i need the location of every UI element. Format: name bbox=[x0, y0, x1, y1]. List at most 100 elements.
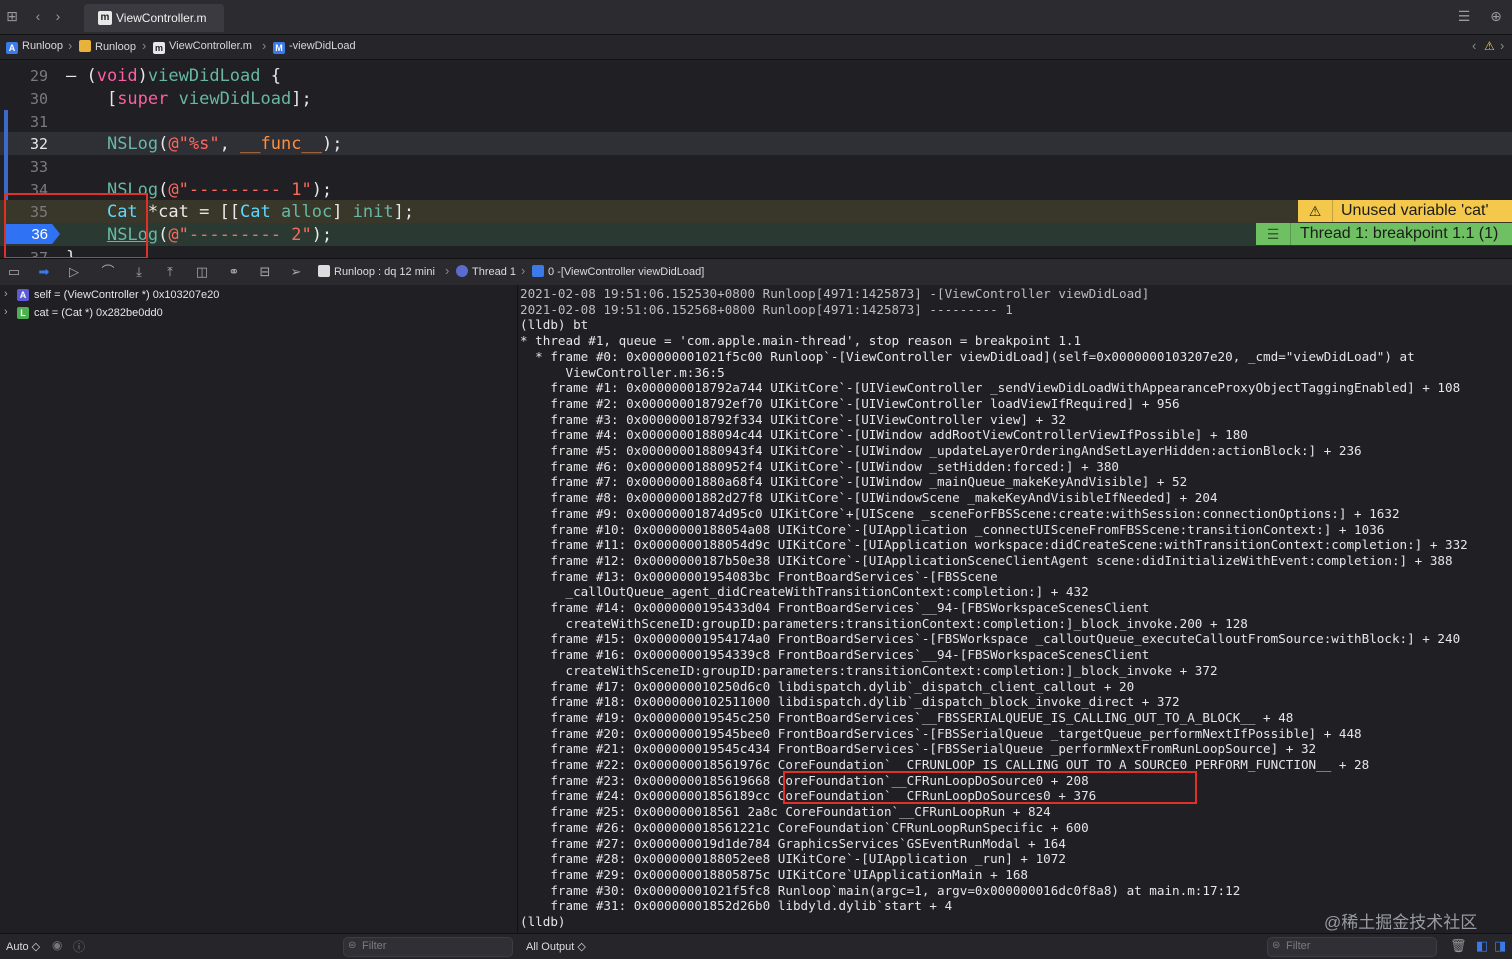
split-left-icon[interactable]: ◧ bbox=[1476, 938, 1488, 954]
disclosure-icon[interactable]: › bbox=[4, 288, 8, 300]
console-line: frame #14: 0x0000000195433d04 FrontBoard… bbox=[520, 600, 1150, 615]
eye-icon[interactable]: ◉ bbox=[52, 938, 62, 952]
forward-icon[interactable]: › bbox=[50, 8, 66, 24]
console-line: * thread #1, queue = 'com.apple.main-thr… bbox=[520, 333, 1082, 349]
user-frame-icon bbox=[532, 265, 544, 277]
line-number: 32 bbox=[29, 135, 48, 153]
environment-icon[interactable]: ⊟ bbox=[257, 264, 273, 280]
location-icon[interactable]: ➢ bbox=[288, 264, 304, 280]
editor-options-icon[interactable]: ☰ bbox=[1456, 8, 1472, 24]
console-line: _callOutQueue_agent_didCreateWithTransit… bbox=[520, 584, 1089, 600]
crumb-project[interactable]: A Runloop bbox=[6, 40, 63, 54]
console-line: frame #6: 0x00000001880952f4 UIKitCore`-… bbox=[520, 458, 1119, 474]
console-line: 2021-02-08 19:51:06.152568+0800 Runloop[… bbox=[520, 301, 1013, 317]
console-line: frame #12: 0x0000000187b50e38 UIKitCore`… bbox=[520, 552, 1453, 568]
warning-icon[interactable]: ⚠ bbox=[1484, 39, 1495, 53]
chevron-right-icon: › bbox=[142, 38, 147, 53]
breakpoints-toggle-icon[interactable]: ➡ bbox=[36, 264, 52, 280]
variables-view[interactable]: › A self = (ViewController *) 0x103207e2… bbox=[0, 285, 518, 933]
code-line[interactable]: 29 – (void)viewDidLoad { bbox=[0, 64, 1512, 87]
step-into-icon[interactable]: ⤓ bbox=[131, 264, 147, 280]
console-line: frame #9: 0x00000001874d95c0 UIKitCore`+… bbox=[520, 505, 1400, 521]
line-number: 33 bbox=[29, 158, 48, 176]
console-output[interactable]: 2021-02-08 19:51:06.152530+0800 Runloop[… bbox=[518, 285, 1512, 933]
code-text: NSLog(@"%s", __func__); bbox=[106, 134, 343, 154]
scheme-crumb[interactable]: Runloop : dq 12 mini bbox=[318, 265, 435, 278]
watermark: @稀土掘金技术社区 bbox=[1324, 913, 1478, 932]
warning-annotation[interactable]: ⚠ Unused variable 'cat' bbox=[1298, 200, 1512, 222]
console-line: createWithSceneID:groupID:parameters:tra… bbox=[520, 615, 1248, 631]
back-icon[interactable]: ‹ bbox=[30, 8, 46, 24]
console-line: frame #25: 0x000000018561 2a8c CoreFound… bbox=[520, 804, 1051, 820]
console-line: frame #28: 0x0000000188052ee8 UIKitCore`… bbox=[520, 851, 1066, 867]
code-line[interactable]: 32 NSLog(@"%s", __func__); bbox=[0, 132, 1512, 155]
console-line: frame #11: 0x0000000188054d9c UIKitCore`… bbox=[520, 537, 1468, 553]
console-line: frame #18: 0x0000000102511000 libdispatc… bbox=[520, 694, 1180, 710]
output-selector[interactable]: All Output ◇ bbox=[526, 940, 586, 953]
chevron-right-icon: › bbox=[262, 38, 267, 53]
code-line[interactable]: 34 NSLog(@"--------- 1"); bbox=[0, 178, 1512, 201]
chevron-left-icon[interactable]: ‹ bbox=[1472, 38, 1476, 53]
crumb-folder[interactable]: Runloop bbox=[79, 40, 136, 53]
console-line: frame #26: 0x000000018561221c CoreFounda… bbox=[520, 819, 1089, 835]
folder-icon bbox=[79, 40, 91, 52]
continue-icon[interactable]: ▷ bbox=[66, 264, 82, 280]
info-icon[interactable]: ⓘ bbox=[73, 938, 85, 955]
thread-crumb[interactable]: Thread 1 bbox=[456, 265, 516, 278]
trash-icon[interactable]: 🗑 bbox=[1450, 938, 1467, 954]
disclosure-icon[interactable]: › bbox=[4, 306, 8, 318]
chevron-right-icon[interactable]: › bbox=[1500, 38, 1504, 53]
code-line[interactable]: 31 bbox=[0, 110, 1512, 133]
grid-icon[interactable]: ⊞ bbox=[4, 8, 20, 24]
console-line: frame #13: 0x00000001954083bc FrontBoard… bbox=[520, 568, 998, 584]
filter-icon: ⊜ bbox=[348, 940, 357, 951]
console-line: frame #19: 0x000000019545c250 FrontBoard… bbox=[520, 709, 1294, 725]
chevron-right-icon: › bbox=[521, 263, 526, 278]
view-hierarchy-icon[interactable]: ◫ bbox=[194, 264, 210, 280]
split-right-icon[interactable]: ◨ bbox=[1494, 938, 1506, 954]
console-line: frame #4: 0x0000000188094c44 UIKitCore`-… bbox=[520, 427, 1248, 443]
breakpoint-annotation[interactable]: ☰ Thread 1: breakpoint 1.1 (1) bbox=[1256, 223, 1512, 245]
hide-debug-area-icon[interactable]: ▭ bbox=[6, 264, 22, 280]
variable-row[interactable]: › A self = (ViewController *) 0x103207e2… bbox=[0, 287, 517, 304]
debug-toolbar: ▭ ➡ ▷ ⌒ ⤓ ⤒ ◫ ⚭ ⊟ ➢ Runloop : dq 12 mini… bbox=[0, 258, 1512, 286]
list-icon: ☰ bbox=[1256, 223, 1291, 245]
code-line[interactable]: 35 Cat *cat = [[Cat alloc] init]; bbox=[0, 200, 1512, 223]
console-filter[interactable]: ⊜ Filter bbox=[1267, 937, 1437, 957]
code-text: [super viewDidLoad]; bbox=[66, 89, 312, 109]
line-number: 30 bbox=[29, 90, 48, 108]
debug-bottom-bar: Auto ◇ ◉ ⓘ ⊜ Filter All Output ◇ ⊜ Filter … bbox=[0, 933, 1512, 959]
console-line: frame #10: 0x0000000188054a08 UIKitCore`… bbox=[520, 521, 1385, 537]
console-line: frame #5: 0x00000001880943f4 UIKitCore`-… bbox=[520, 443, 1362, 458]
auto-selector[interactable]: Auto ◇ bbox=[6, 940, 40, 953]
code-line[interactable]: 37 } bbox=[0, 246, 1512, 258]
crumb-file[interactable]: m ViewController.m bbox=[153, 40, 252, 54]
frame-crumb[interactable]: 0 -[ViewController viewDidLoad] bbox=[532, 265, 704, 278]
console-line: (lldb) bbox=[520, 914, 566, 929]
method-icon: M bbox=[273, 42, 285, 54]
chevron-right-icon: › bbox=[445, 263, 450, 278]
console-line: frame #8: 0x00000001882d27f8 UIKitCore`-… bbox=[520, 490, 1218, 506]
project-icon: A bbox=[6, 42, 18, 54]
variable-row[interactable]: › L cat = (Cat *) 0x282be0dd0 bbox=[0, 305, 517, 322]
app-icon bbox=[318, 265, 330, 277]
step-out-icon[interactable]: ⤒ bbox=[162, 264, 178, 280]
add-editor-icon[interactable]: ⊕ bbox=[1488, 8, 1504, 24]
step-over-icon[interactable]: ⌒ bbox=[100, 264, 116, 280]
console-line: frame #15: 0x00000001954174a0 FrontBoard… bbox=[520, 631, 1461, 647]
memory-graph-icon[interactable]: ⚭ bbox=[226, 264, 242, 280]
tab-viewcontroller-m[interactable]: m ViewController.m bbox=[84, 4, 224, 32]
console-line: frame #7: 0x00000001880a68f4 UIKitCore`-… bbox=[520, 474, 1188, 490]
code-line[interactable]: 30 [super viewDidLoad]; bbox=[0, 87, 1512, 110]
source-editor[interactable]: 29 – (void)viewDidLoad { 30 [super viewD… bbox=[0, 60, 1512, 258]
console-line: frame #27: 0x000000019d1de784 GraphicsSe… bbox=[520, 835, 1066, 851]
console-line: frame #3: 0x000000018792f334 UIKitCore`-… bbox=[520, 411, 1066, 427]
chevron-right-icon: › bbox=[68, 38, 73, 53]
variables-filter[interactable]: ⊜ Filter bbox=[343, 937, 513, 957]
crumb-method[interactable]: M -viewDidLoad bbox=[273, 40, 356, 54]
console-line: * frame #0: 0x00000001021f5c00 Runloop`-… bbox=[520, 348, 1415, 364]
code-line[interactable]: 33 bbox=[0, 155, 1512, 178]
console-line: 2021-02-08 19:51:06.152530+0800 Runloop[… bbox=[520, 286, 1150, 301]
highlight-box bbox=[783, 771, 1197, 804]
console-line: frame #21: 0x000000019545c434 FrontBoard… bbox=[520, 741, 1317, 757]
